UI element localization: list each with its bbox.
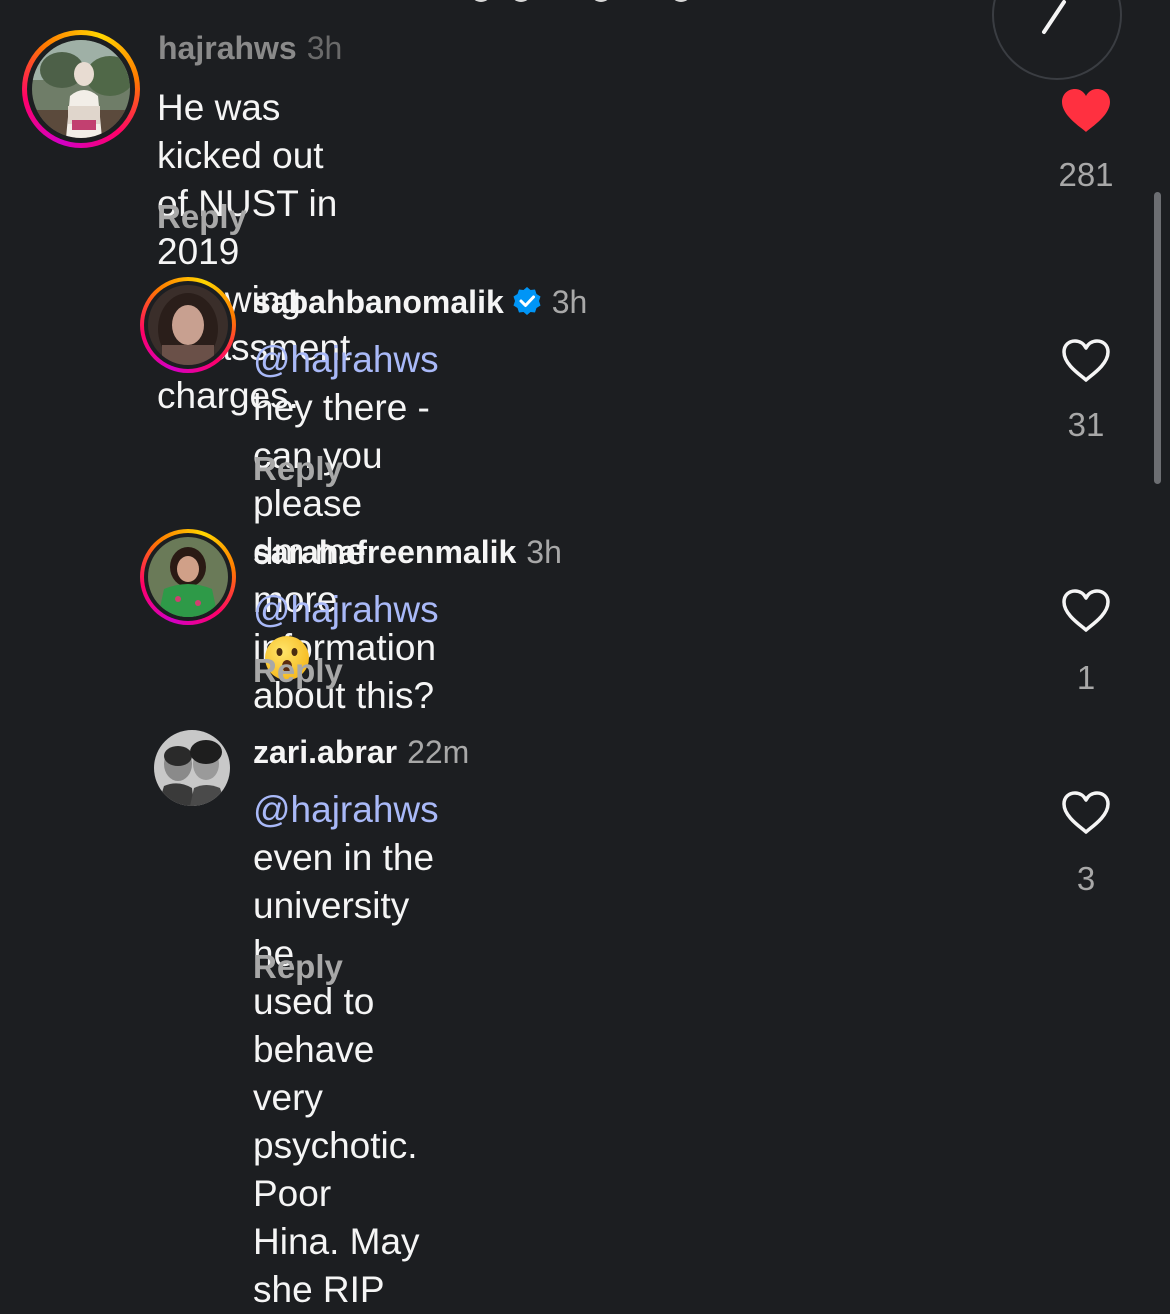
reply-button[interactable]: Reply bbox=[253, 948, 343, 986]
comment-username[interactable]: hajrahws 3h bbox=[158, 30, 342, 67]
reply-button[interactable]: Reply bbox=[253, 450, 343, 488]
avatar[interactable] bbox=[22, 30, 140, 148]
like-count: 281 bbox=[1058, 156, 1114, 193]
like-count: 31 bbox=[1067, 406, 1105, 443]
heart-outline-icon[interactable] bbox=[1060, 338, 1112, 384]
avatar[interactable] bbox=[140, 529, 236, 625]
reply-button[interactable]: Reply bbox=[253, 652, 343, 690]
avatar[interactable] bbox=[140, 277, 236, 373]
comment-text-line: Hina. May she RIP bbox=[253, 1221, 420, 1310]
reply-button[interactable]: Reply bbox=[157, 198, 247, 236]
top-partial-icons bbox=[470, 0, 710, 4]
comment-username[interactable]: sarahafreenmalik 3h bbox=[253, 534, 562, 571]
avatar-photo bbox=[148, 285, 228, 365]
comment-text-line: used to behave very psychotic. Poor bbox=[253, 981, 418, 1214]
comment-time: 3h bbox=[551, 284, 588, 320]
compose-button[interactable] bbox=[992, 0, 1122, 80]
comment-username[interactable]: zari.abrar 22m bbox=[253, 734, 469, 771]
heart-filled-icon[interactable] bbox=[1060, 88, 1112, 134]
avatar-photo bbox=[32, 40, 130, 138]
mention-link[interactable]: @hajrahws bbox=[253, 789, 439, 830]
like-count: 1 bbox=[1076, 659, 1096, 696]
username-text[interactable]: zari.abrar bbox=[253, 734, 397, 770]
like-count: 3 bbox=[1076, 860, 1096, 897]
mention-link[interactable]: @hajrahws bbox=[253, 589, 439, 630]
verified-badge-icon bbox=[513, 287, 541, 315]
avatar-photo bbox=[154, 730, 230, 806]
heart-outline-icon[interactable] bbox=[1060, 790, 1112, 836]
comment-time: 3h bbox=[306, 30, 343, 66]
comment-text-line: He was kicked out of NUST in 2019 bbox=[157, 87, 338, 272]
scrollbar[interactable] bbox=[1154, 192, 1161, 484]
comment-username[interactable]: sabahbanomalik 3h bbox=[253, 284, 587, 321]
comment-time: 3h bbox=[526, 534, 562, 570]
username-text[interactable]: sabahbanomalik bbox=[253, 284, 504, 320]
heart-outline-icon[interactable] bbox=[1060, 588, 1112, 634]
username-text[interactable]: hajrahws bbox=[158, 30, 297, 66]
mention-link[interactable]: @hajrahws bbox=[253, 339, 439, 380]
avatar[interactable] bbox=[154, 730, 230, 806]
pen-icon bbox=[1042, 0, 1066, 34]
username-text[interactable]: sarahafreenmalik bbox=[253, 534, 516, 570]
avatar-photo bbox=[148, 537, 228, 617]
comment-time: 22m bbox=[407, 734, 470, 770]
comment-text: @hajrahws even in the university he used… bbox=[253, 786, 439, 1314]
